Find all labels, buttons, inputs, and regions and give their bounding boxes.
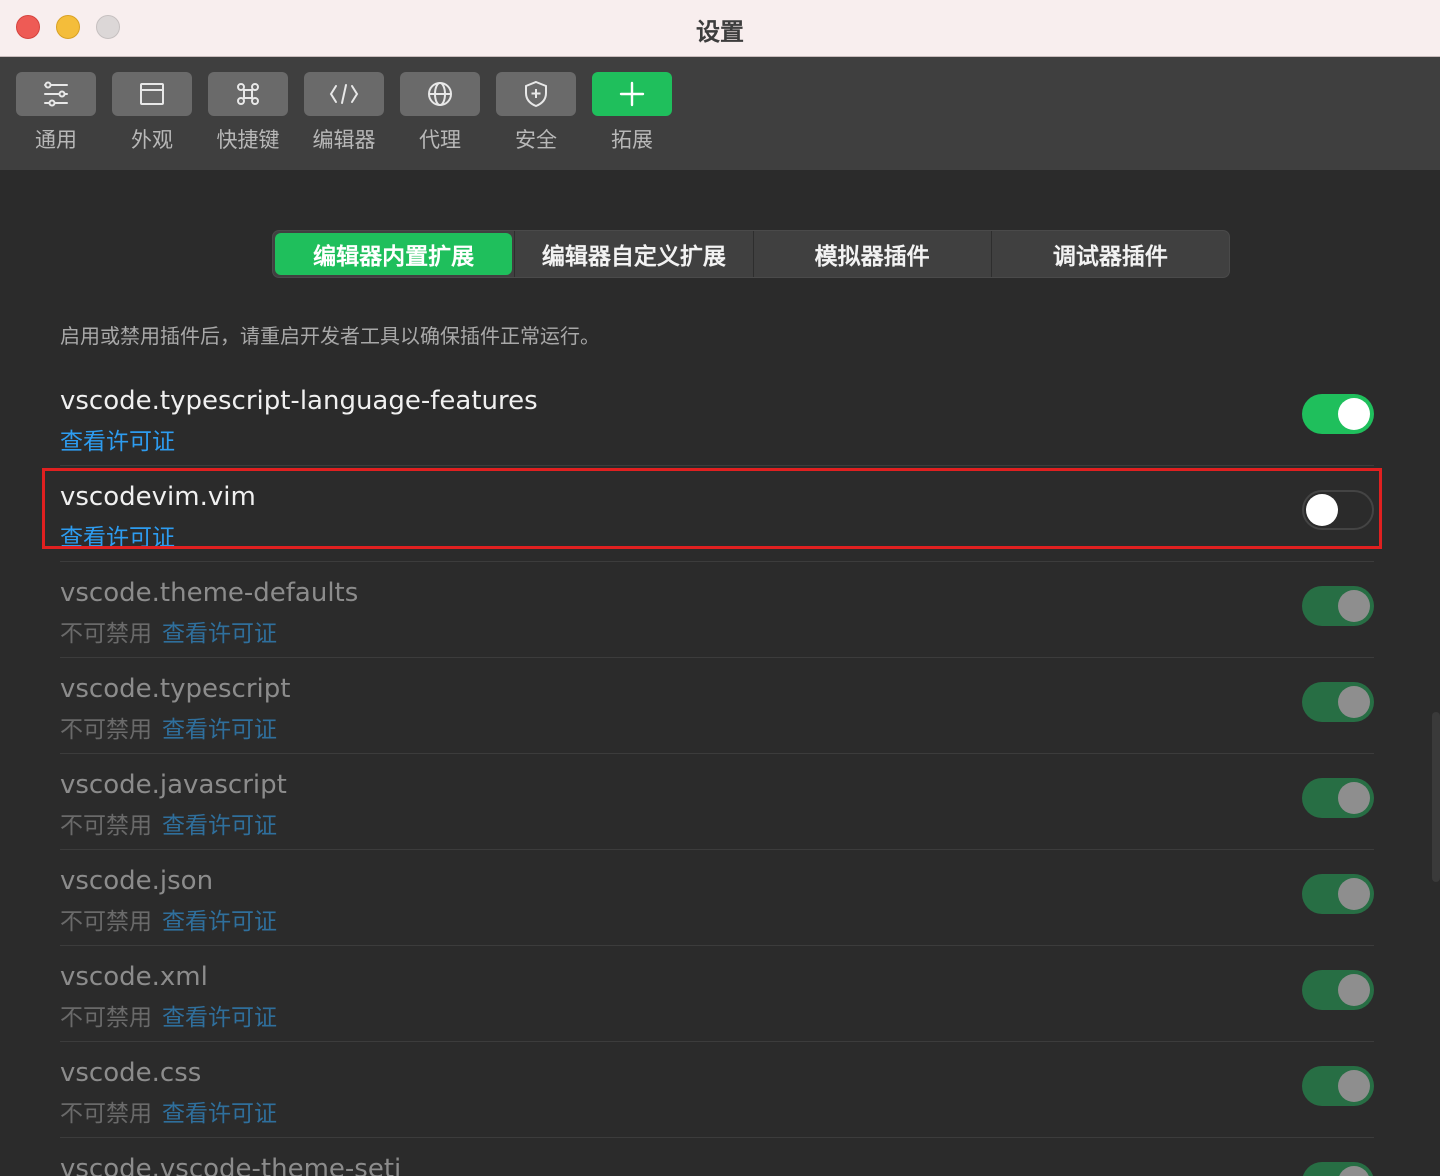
extension-toggle [1302,874,1374,914]
toggle-knob [1338,1166,1370,1176]
window-title: 设置 [696,18,744,46]
scrollbar[interactable] [1432,712,1440,882]
toolbar-item-general[interactable]: 通用 [16,72,96,154]
toolbar-item-label: 编辑器 [312,128,376,152]
extension-row: vscode.typescript 不可禁用 查看许可证 [60,658,1374,754]
toolbar-item-shortcuts[interactable]: 快捷键 [208,72,288,154]
extension-toggle [1302,682,1374,722]
tab-builtin-extensions[interactable]: 编辑器内置扩展 [275,233,513,275]
toolbar-item-appearance[interactable]: 外观 [112,72,192,154]
tab-simulator-plugins[interactable]: 模拟器插件 [752,231,991,277]
restart-notice: 启用或禁用插件后，请重启开发者工具以确保插件正常运行。 [60,324,600,348]
locked-label: 不可禁用 [60,717,152,743]
sliders-icon [16,72,96,116]
extension-name: vscodevim.vim [60,482,256,512]
extension-row: vscode.typescript-language-features 查看许可… [60,370,1374,466]
extension-row: vscodevim.vim 查看许可证 [60,466,1374,562]
code-icon [304,72,384,116]
toolbar-item-security[interactable]: 安全 [496,72,576,154]
toolbar-item-label: 安全 [515,128,557,152]
toggle-knob [1338,590,1370,622]
view-license-link[interactable]: 查看许可证 [60,525,175,551]
view-license-link[interactable]: 查看许可证 [162,621,277,647]
toggle-knob [1338,878,1370,910]
extension-row: vscode.vscode-theme-seti 不可禁用查看许可证 [60,1138,1374,1176]
view-license-link[interactable]: 查看许可证 [60,429,175,455]
extension-name: vscode.javascript [60,770,287,800]
toolbar-item-label: 外观 [131,128,173,152]
extension-name: vscode.json [60,866,214,896]
extension-toggle[interactable] [1302,394,1374,434]
extension-name: vscode.typescript [60,674,291,704]
extension-meta: 不可禁用 查看许可证 [60,998,277,1032]
extension-meta: 不可禁用 查看许可证 [60,1094,277,1128]
toggle-knob [1338,398,1370,430]
extension-toggle[interactable] [1302,490,1374,530]
window-icon [112,72,192,116]
locked-label: 不可禁用 [60,1101,152,1127]
extension-toggle [1302,970,1374,1010]
locked-label: 不可禁用 [60,909,152,935]
view-license-link[interactable]: 查看许可证 [162,1005,277,1031]
extension-name: vscode.vscode-theme-seti [60,1154,402,1176]
extension-meta: 查看许可证 [60,422,175,456]
extension-list: vscode.typescript-language-features 查看许可… [0,370,1440,1176]
toggle-knob [1338,686,1370,718]
extension-toggle [1302,1162,1374,1176]
toolbar-item-editor[interactable]: 编辑器 [304,72,384,154]
extension-row: vscode.xml 不可禁用 查看许可证 [60,946,1374,1042]
toggle-knob [1338,782,1370,814]
extension-row: vscode.javascript 不可禁用 查看许可证 [60,754,1374,850]
extension-toggle [1302,1066,1374,1106]
extension-name: vscode.xml [60,962,208,992]
locked-label: 不可禁用 [60,1005,152,1031]
toggle-knob [1306,494,1338,526]
view-license-link[interactable]: 查看许可证 [162,1101,277,1127]
extension-meta: 不可禁用 查看许可证 [60,902,277,936]
extension-row: vscode.json 不可禁用 查看许可证 [60,850,1374,946]
extension-meta: 不可禁用 查看许可证 [60,614,277,648]
command-key-icon [208,72,288,116]
toolbar-item-label: 通用 [35,128,77,152]
extension-meta: 不可禁用 查看许可证 [60,806,277,840]
extension-row: vscode.css 不可禁用 查看许可证 [60,1042,1374,1138]
locked-label: 不可禁用 [60,621,152,647]
toggle-knob [1338,974,1370,1006]
settings-window: 设置 通用 外观 快捷键 编辑器 代理 安全 拓展 编辑器内置扩展 编辑器自定义… [0,0,1440,1176]
extension-row: vscode.theme-defaults 不可禁用 查看许可证 [60,562,1374,658]
extension-toggle [1302,586,1374,626]
extension-toggle [1302,778,1374,818]
toolbar-item-label: 拓展 [611,128,653,152]
view-license-link[interactable]: 查看许可证 [162,909,277,935]
extension-name: vscode.css [60,1058,202,1088]
settings-toolbar: 通用 外观 快捷键 编辑器 代理 安全 拓展 [0,57,1440,170]
tab-custom-extensions[interactable]: 编辑器自定义扩展 [514,231,752,277]
extension-name: vscode.typescript-language-features [60,386,538,416]
toggle-knob [1338,1070,1370,1102]
toolbar-item-proxy[interactable]: 代理 [400,72,480,154]
globe-icon [400,72,480,116]
toolbar-item-label: 代理 [419,128,461,152]
toolbar-item-label: 快捷键 [216,128,280,152]
plus-icon [592,72,672,116]
view-license-link[interactable]: 查看许可证 [162,717,277,743]
extension-meta: 查看许可证 [60,518,175,552]
shield-icon [496,72,576,116]
extension-name: vscode.theme-defaults [60,578,359,608]
view-license-link[interactable]: 查看许可证 [162,813,277,839]
locked-label: 不可禁用 [60,813,152,839]
extension-meta: 不可禁用 查看许可证 [60,710,277,744]
toolbar-item-extensions[interactable]: 拓展 [592,72,672,154]
tab-debugger-plugins[interactable]: 调试器插件 [990,231,1229,277]
extension-tabs: 编辑器内置扩展 编辑器自定义扩展 模拟器插件 调试器插件 [272,230,1230,278]
title-bar: 设置 [0,0,1440,57]
